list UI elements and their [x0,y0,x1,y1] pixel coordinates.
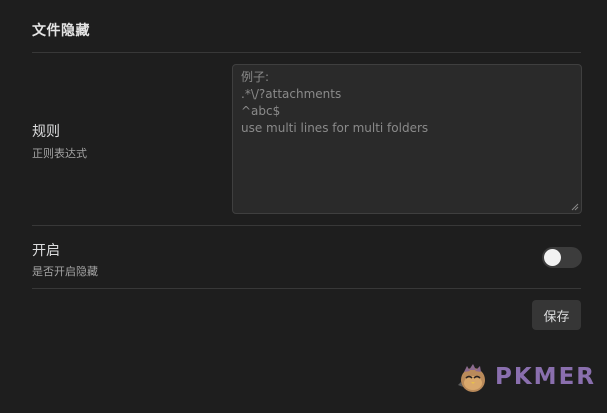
save-button[interactable]: 保存 [532,300,581,330]
divider [32,52,581,53]
divider [32,288,581,289]
rules-setting-description: 正则表达式 [32,147,87,160]
enable-setting-description: 是否开启隐藏 [32,265,98,278]
settings-panel: 文件隐藏 规则 正则表达式 开启 是否开启隐藏 保存 PKMER [0,0,607,413]
toggle-knob [544,249,561,266]
section-title: 文件隐藏 [32,23,90,39]
enable-setting-name: 开启 [32,243,60,259]
rules-textarea[interactable] [233,65,581,213]
rules-setting-name: 规则 [32,124,60,140]
watermark-text: PKMER [495,364,596,390]
bird-logo-icon [458,364,485,392]
enable-toggle[interactable] [542,247,582,268]
resize-handle-icon[interactable] [571,203,579,211]
divider [32,225,581,226]
watermark: PKMER [455,359,596,395]
rules-textarea-container [232,64,582,214]
